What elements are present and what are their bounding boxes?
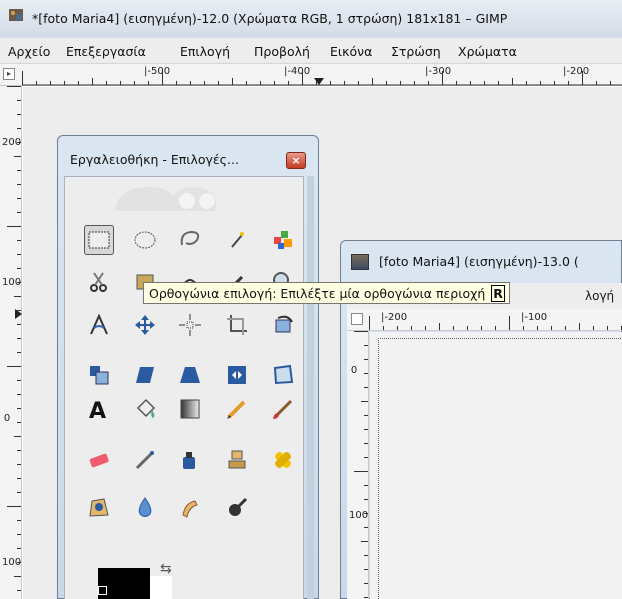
image-canvas[interactable] — [370, 332, 622, 599]
bucket-fill-icon[interactable] — [130, 394, 160, 424]
tooltip-text: Ορθογώνια επιλογή: Επιλέξτε μία ορθογώνι… — [149, 286, 486, 301]
ruler-label: 100 — [2, 277, 22, 288]
wilber-drop-zone-icon — [115, 186, 217, 211]
gimp-app-icon — [9, 9, 23, 21]
horizontal-ruler[interactable]: ▸ |-500 |-400 |-300 |-200 — [0, 64, 622, 86]
blend-icon[interactable] — [175, 394, 205, 424]
smudge-icon[interactable] — [175, 493, 205, 523]
menu-file[interactable]: Αρχείο — [8, 44, 50, 59]
default-colors-icon[interactable] — [98, 586, 107, 595]
measure-icon[interactable] — [84, 310, 114, 340]
dodge-burn-icon[interactable] — [222, 493, 252, 523]
move-icon[interactable] — [130, 310, 160, 340]
ruler-label: 200 — [2, 137, 22, 148]
ruler-label: 100 — [349, 510, 369, 521]
cage-transform-icon[interactable] — [268, 360, 298, 390]
pointer-marker-icon — [15, 309, 22, 319]
clone-icon[interactable] — [222, 445, 252, 475]
menu-layer[interactable]: Στρώση — [391, 44, 441, 59]
pencil-icon[interactable] — [222, 394, 252, 424]
ruler-label: 100 — [2, 557, 22, 568]
crop-icon[interactable] — [222, 310, 252, 340]
ruler-label: |-300 — [425, 66, 452, 77]
free-select-icon[interactable] — [175, 225, 205, 255]
ellipse-select-icon[interactable] — [130, 225, 160, 255]
image-vertical-ruler[interactable]: 0 100 — [347, 331, 369, 599]
scale-icon[interactable] — [84, 360, 114, 390]
fuzzy-select-icon[interactable] — [222, 225, 252, 255]
ruler-label: 0 — [3, 413, 11, 424]
blur-icon[interactable] — [130, 493, 160, 523]
eraser-icon[interactable] — [84, 445, 114, 475]
image-horizontal-ruler[interactable]: |-200 |-100 — [347, 309, 622, 331]
quick-mask-icon[interactable]: ▸ — [3, 68, 15, 80]
menu-select[interactable]: λογή — [585, 289, 614, 303]
image-thumbnail-icon — [351, 254, 369, 270]
ruler-label: |-100 — [521, 312, 548, 323]
scissors-select-icon[interactable] — [84, 267, 114, 297]
menu-image[interactable]: Εικόνα — [330, 44, 372, 59]
toolbox-scrollbar[interactable] — [307, 176, 314, 599]
title-bar: *[foto Maria4] (εισηγμένη)-12.0 (Χρώματα… — [0, 0, 622, 38]
perspective-clone-icon[interactable] — [84, 493, 114, 523]
vertical-ruler[interactable]: 200 100 0 100 — [0, 86, 22, 599]
toolbox-title: Εργαλειοθήκη - Επιλογές... — [70, 152, 239, 167]
align-icon[interactable] — [175, 310, 205, 340]
perspective-icon[interactable] — [175, 360, 205, 390]
svg-text:A: A — [89, 399, 106, 422]
ruler-label: 0 — [350, 365, 358, 376]
menu-bar: Αρχείο Επεξεργασία Επιλογή Προβολή Εικόν… — [0, 38, 622, 64]
ruler-label: |-500 — [144, 66, 171, 77]
menu-colors[interactable]: Χρώματα — [458, 44, 517, 59]
shear-icon[interactable] — [130, 360, 160, 390]
menu-select[interactable]: Επιλογή — [180, 44, 230, 59]
color-select-icon[interactable] — [268, 225, 298, 255]
menu-edit[interactable]: Επεξεργασία — [66, 44, 146, 59]
quick-mask-icon[interactable] — [351, 313, 363, 325]
tool-tooltip: Ορθογώνια επιλογή: Επιλέξτε μία ορθογώνι… — [143, 282, 510, 304]
image-boundary — [378, 338, 622, 599]
paintbrush-icon[interactable] — [268, 394, 298, 424]
rotate-icon[interactable] — [268, 310, 298, 340]
ruler-label: |-400 — [284, 66, 311, 77]
menu-view[interactable]: Προβολή — [254, 44, 310, 59]
ruler-label: |-200 — [563, 66, 590, 77]
ruler-ticks-vertical — [7, 86, 21, 591]
window-title: *[foto Maria4] (εισηγμένη)-12.0 (Χρώματα… — [32, 11, 508, 26]
text-icon[interactable]: A — [84, 394, 114, 424]
pointer-marker-icon — [314, 78, 324, 85]
airbrush-icon[interactable] — [130, 445, 160, 475]
image-window-title: [foto Maria4] (εισηγμένη)-13.0 ( — [379, 254, 579, 269]
ink-icon[interactable] — [175, 445, 205, 475]
rect-select-icon[interactable] — [84, 225, 114, 255]
flip-icon[interactable] — [222, 360, 252, 390]
tooltip-shortcut: R — [491, 285, 505, 302]
ruler-label: |-200 — [381, 312, 408, 323]
swap-colors-icon[interactable]: ⇆ — [160, 561, 172, 577]
heal-icon[interactable] — [268, 445, 298, 475]
close-button[interactable]: × — [286, 152, 306, 169]
